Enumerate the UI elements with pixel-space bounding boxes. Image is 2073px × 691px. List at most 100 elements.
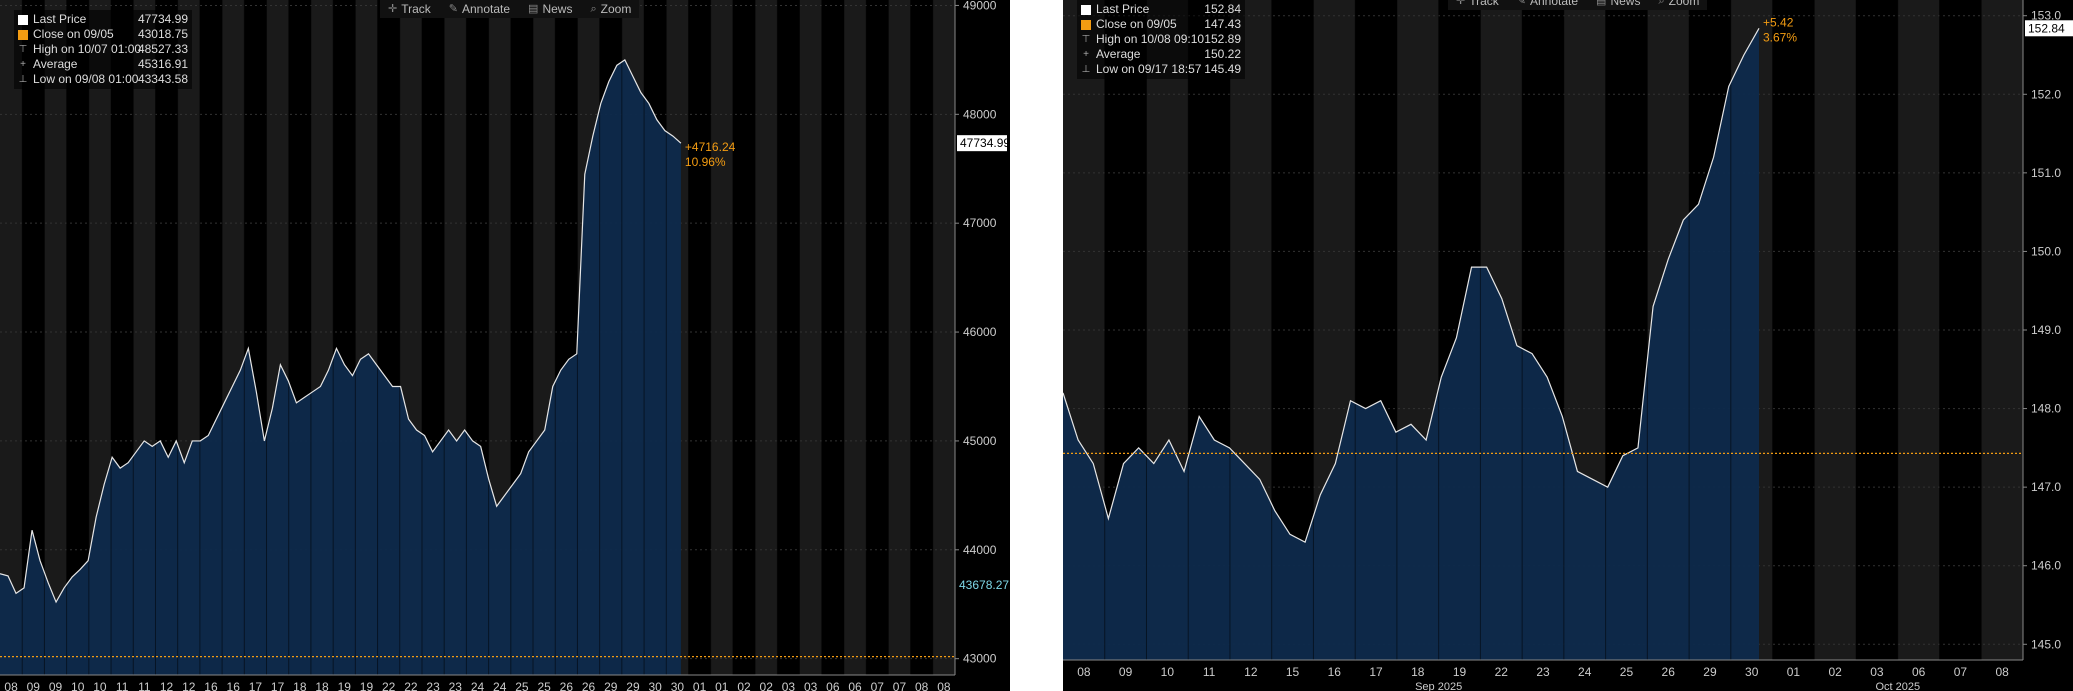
x-tick-label: 10: [93, 680, 107, 691]
x-tick-label: 25: [1620, 665, 1634, 679]
x-tick-label: 08: [937, 680, 951, 691]
x-tick-label: 06: [1912, 665, 1926, 679]
y-tick-label: 152.0: [2031, 87, 2061, 101]
x-tick-label: 11: [116, 680, 129, 691]
x-tick-label: 22: [1495, 665, 1509, 679]
high-marker-icon: ⊤: [18, 44, 28, 55]
legend-swatch: [1081, 4, 1091, 15]
x-tick-label: 03: [804, 680, 818, 691]
y-tick-label: 147.0: [2031, 480, 2061, 494]
x-tick-label: 18: [315, 680, 329, 691]
x-tick-label: 08: [915, 680, 929, 691]
session-shade-band: [755, 0, 778, 675]
high-marker-icon: ⊤: [1081, 34, 1091, 45]
low-marker-icon: ⊥: [1081, 64, 1091, 75]
session-shade-band: [843, 0, 867, 675]
x-tick-label: 02: [1828, 665, 1842, 679]
last-price-label: 152.84: [2028, 21, 2065, 35]
average-marker-icon: +: [20, 59, 26, 70]
left-legend: Last Price 47734.99 Close on 09/05 43018.7…: [14, 10, 192, 89]
legend-label: Last Price: [1096, 2, 1150, 16]
toolbar-zoom[interactable]: ⌕ Zoom: [1658, 0, 1699, 10]
left-chart-svg: 43000 44000 45000 46000 47000 48000 49000 08 09 0…: [0, 0, 1010, 691]
x-tick-label: 09: [1119, 665, 1133, 679]
legend-label: Close on 09/05: [1096, 17, 1177, 31]
y-tick-label: 43000: [963, 652, 997, 666]
legend-row: ⊤ High on 10/07 01:00 48527.33: [18, 42, 188, 57]
right-chart-svg: 145.0 146.0 147.0 148.0 149.0 150.0 151.0 152.0…: [1063, 0, 2073, 691]
session-shade-band: [888, 0, 911, 675]
magnifier-icon: ⌕: [1658, 0, 1665, 7]
average-marker-icon: +: [1083, 49, 1089, 60]
y-tick-label: 148.0: [2031, 402, 2061, 416]
crosshair-icon: ✛: [1456, 0, 1466, 7]
session-shade-band: [932, 0, 955, 675]
x-tick-label: 07: [1954, 665, 1968, 679]
toolbar-annotate[interactable]: ✎ Annotate: [1517, 0, 1578, 10]
toolbar-news[interactable]: ▤ News: [528, 0, 572, 18]
legend-label: High on 10/07 01:00: [33, 42, 142, 56]
x-tick-label: 24: [493, 680, 507, 691]
x-tick-label: 08: [1995, 665, 2009, 679]
x-tick-label: 03: [1870, 665, 1884, 679]
crosshair-icon: ✛: [388, 3, 398, 15]
legend-row: ⊥ Low on 09/08 01:00 43343.58: [18, 72, 188, 87]
x-tick-label: 09: [27, 680, 41, 691]
change-abs-label: +4716.24: [685, 140, 736, 154]
toolbar-annotate[interactable]: ✎ Annotate: [449, 0, 510, 18]
x-tick-label: 19: [360, 680, 374, 691]
toolbar-track-label: Track: [1469, 0, 1499, 8]
legend-label: Close on 09/05: [33, 27, 114, 41]
x-tick-label: 22: [404, 680, 418, 691]
y-tick-label: 45000: [963, 434, 997, 448]
session-shade-band: [44, 0, 67, 675]
x-tick-label: 06: [848, 680, 862, 691]
y-tick-label: 149.0: [2031, 323, 2061, 337]
toolbar-track[interactable]: ✛ Track: [1456, 0, 1499, 10]
x-tick-label: 12: [160, 680, 174, 691]
legend-label: Average: [33, 57, 78, 71]
y-tick-label: 146.0: [2031, 559, 2061, 573]
toolbar-news[interactable]: ▤ News: [1596, 0, 1640, 10]
legend-row: ⊤ High on 10/08 09:10 152.89: [1081, 32, 1241, 47]
legend-value: 152.89: [1204, 32, 1241, 46]
x-tick-label: 16: [1328, 665, 1342, 679]
x-tick-label: 29: [1703, 665, 1717, 679]
legend-swatch: [18, 14, 28, 25]
legend-label: Average: [1096, 47, 1141, 61]
legend-value: 47734.99: [137, 12, 188, 26]
legend-row: Close on 09/05 43018.75: [18, 27, 188, 42]
legend-value: 48527.33: [137, 42, 188, 56]
legend-value: 147.43: [1204, 17, 1241, 31]
x-tick-label: 26: [560, 680, 574, 691]
left-chart-panel: 43000 44000 45000 46000 47000 48000 49000 08 09 0…: [0, 0, 1010, 691]
left-toolbar: ✛ Track ✎ Annotate ▤ News ⌕ Zoom: [380, 0, 640, 18]
toolbar-zoom-label: Zoom: [1668, 0, 1700, 8]
x-tick-label: 25: [515, 680, 529, 691]
legend-label: Last Price: [33, 12, 87, 26]
toolbar-track[interactable]: ✛ Track: [388, 0, 431, 18]
legend-row: + Average 45316.91: [18, 57, 188, 72]
right-legend: Last Price 152.84 Close on 09/05 147.43 ⊤ H…: [1077, 0, 1245, 79]
toolbar-zoom[interactable]: ⌕ Zoom: [590, 0, 631, 18]
session-shade-band: [710, 0, 733, 675]
x-tick-label: 07: [893, 680, 907, 691]
legend-value: 43018.75: [137, 27, 188, 41]
y-tick-label: 48000: [963, 107, 997, 121]
x-tick-label: 29: [604, 680, 618, 691]
x-tick-label: 30: [648, 680, 662, 691]
toolbar-news-label: News: [542, 2, 573, 16]
x-month-label: Sep 2025: [1415, 681, 1462, 691]
legend-row: Last Price 47734.99: [18, 12, 188, 27]
change-pct-label: 10.96%: [685, 155, 726, 169]
news-icon: ▤: [1596, 0, 1607, 7]
x-tick-label: 16: [227, 680, 241, 691]
x-tick-label: 17: [271, 680, 285, 691]
toolbar-track-label: Track: [401, 2, 431, 16]
x-tick-label: 06: [826, 680, 840, 691]
x-tick-label: 30: [671, 680, 685, 691]
x-tick-label: 10: [71, 680, 85, 691]
legend-row: Close on 09/05 147.43: [1081, 17, 1241, 32]
x-tick-label: 24: [1578, 665, 1592, 679]
x-tick-label: 17: [249, 680, 263, 691]
